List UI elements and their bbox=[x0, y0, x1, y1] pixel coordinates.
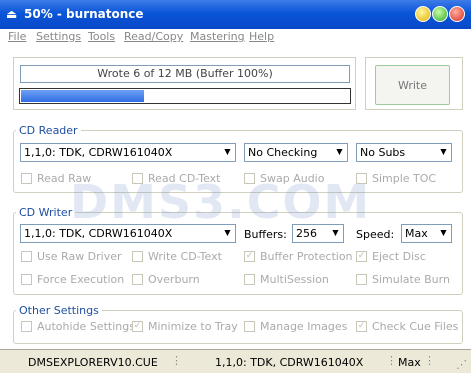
write-button[interactable]: Write bbox=[375, 65, 450, 105]
status-speed: Max bbox=[398, 356, 421, 369]
chevron-down-icon: ▲ bbox=[440, 229, 447, 238]
menu-file[interactable]: File bbox=[8, 30, 26, 43]
minimize-button[interactable] bbox=[415, 6, 431, 22]
checkmark-icon: ✓ bbox=[356, 251, 367, 262]
buffers-label: Buffers: bbox=[244, 228, 287, 241]
chevron-down-icon: ▲ bbox=[336, 148, 343, 157]
speed-label: Speed: bbox=[356, 228, 395, 241]
menu-read-copy[interactable]: Read/Copy bbox=[124, 30, 183, 43]
writer-drive-select[interactable]: 1,1,0: TDK, CDRW161040X ▲ bbox=[20, 224, 236, 243]
speed-select[interactable]: Max ▲ bbox=[401, 224, 452, 243]
buffers-value: 256 bbox=[296, 227, 317, 240]
checkmark-icon: ✓ bbox=[244, 251, 255, 262]
progress-status-text: Wrote 6 of 12 MB (Buffer 100%) bbox=[20, 65, 350, 83]
menu-settings[interactable]: Settings bbox=[36, 30, 81, 43]
close-button[interactable] bbox=[449, 6, 465, 22]
app-icon[interactable]: ⏏ bbox=[6, 8, 17, 20]
checkbox-box bbox=[21, 251, 32, 262]
progress-bar-fill bbox=[21, 90, 144, 102]
reader-subs-select[interactable]: No Subs ▲ bbox=[356, 143, 452, 162]
window-title: 50% - burnatonce bbox=[24, 7, 144, 21]
buffers-select[interactable]: 256 ▲ bbox=[292, 224, 344, 243]
separator-icon: ⋮ bbox=[171, 354, 182, 367]
progress-bar bbox=[19, 88, 351, 104]
menu-tools[interactable]: Tools bbox=[88, 30, 115, 43]
status-drive: 1,1,0: TDK, CDRW161040X bbox=[215, 356, 364, 369]
checkbox-box bbox=[21, 274, 32, 285]
menu-bar: File Settings Tools Read/Copy Mastering … bbox=[0, 29, 471, 46]
separator-icon: ⋮ bbox=[424, 354, 435, 367]
checkbox-box bbox=[21, 173, 32, 184]
status-bar: DMSEXPLORERV10.CUE ⋮ 1,1,0: TDK, CDRW161… bbox=[0, 349, 471, 373]
title-bar[interactable]: ⏏ 50% - burnatonce bbox=[0, 0, 471, 29]
maximize-button[interactable] bbox=[432, 6, 448, 22]
status-file: DMSEXPLORERV10.CUE bbox=[28, 356, 158, 369]
checkbox-box bbox=[356, 173, 367, 184]
reader-subs-value: No Subs bbox=[360, 146, 406, 159]
reader-drive-value: 1,1,0: TDK, CDRW161040X bbox=[24, 146, 173, 159]
checkbox-box bbox=[244, 321, 255, 332]
checkbox-box bbox=[244, 274, 255, 285]
checkmark-icon: ✓ bbox=[132, 321, 143, 332]
reader-drive-select[interactable]: 1,1,0: TDK, CDRW161040X ▲ bbox=[20, 143, 236, 162]
checkbox-box bbox=[244, 173, 255, 184]
writer-drive-value: 1,1,0: TDK, CDRW161040X bbox=[24, 227, 173, 240]
checkbox-box bbox=[356, 274, 367, 285]
chevron-down-icon: ▲ bbox=[224, 148, 231, 157]
checkbox-box bbox=[21, 321, 32, 332]
cd-writer-label: CD Writer bbox=[16, 206, 76, 219]
checkbox-box bbox=[132, 251, 143, 262]
checkmark-icon: ✓ bbox=[356, 321, 367, 332]
chevron-down-icon: ▲ bbox=[440, 148, 447, 157]
resize-grip-icon[interactable]: ⋰ bbox=[456, 358, 467, 371]
chevron-down-icon: ▲ bbox=[332, 229, 339, 238]
checkbox-box bbox=[132, 173, 143, 184]
reader-checking-select[interactable]: No Checking ▲ bbox=[244, 143, 348, 162]
checkbox-box bbox=[132, 274, 143, 285]
menu-help[interactable]: Help bbox=[249, 30, 274, 43]
separator-icon: ⋮ bbox=[386, 354, 397, 367]
menu-mastering[interactable]: Mastering bbox=[190, 30, 245, 43]
speed-value: Max bbox=[405, 227, 428, 240]
chevron-down-icon: ▲ bbox=[224, 229, 231, 238]
other-settings-label: Other Settings bbox=[16, 304, 102, 317]
cd-reader-label: CD Reader bbox=[16, 124, 81, 137]
reader-checking-value: No Checking bbox=[248, 146, 318, 159]
